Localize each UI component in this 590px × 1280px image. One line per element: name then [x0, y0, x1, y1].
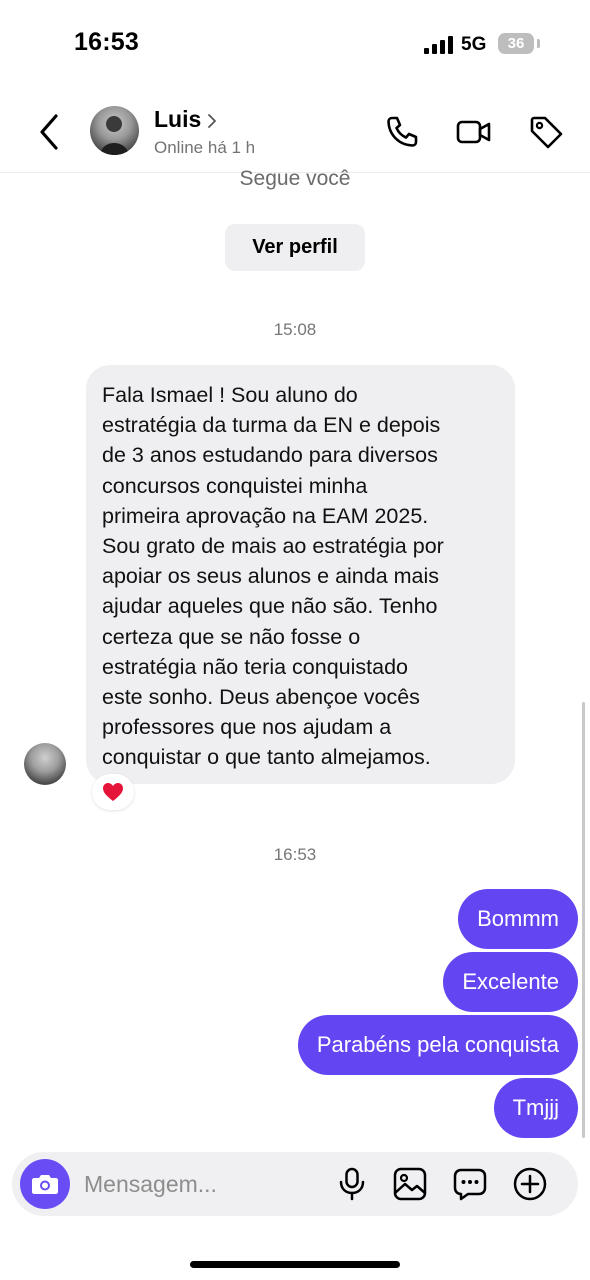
scrollbar[interactable]: [582, 702, 585, 1138]
outgoing-message-bubble[interactable]: Tmjjj: [493, 1078, 578, 1138]
message-line: este sonho. Deus abençoe vocês: [102, 685, 420, 710]
outgoing-message-bubble[interactable]: Bommm: [458, 889, 578, 949]
incoming-message-bubble[interactable]: Fala Ismael ! Sou aluno do estratégia da…: [86, 365, 515, 784]
message-line: professores que nos ajudam a: [102, 715, 392, 740]
network-label: 5G: [461, 34, 487, 55]
timestamp: 15:08: [273, 320, 317, 339]
message-line: conquistar o que tanto almejamos.: [102, 745, 431, 770]
person-silhouette-icon: [100, 116, 129, 155]
image-icon[interactable]: [392, 1166, 428, 1202]
chevron-right-icon[interactable]: [205, 111, 219, 131]
heart-reaction[interactable]: [92, 774, 134, 810]
battery-icon: 36: [498, 33, 534, 54]
heart-icon: [103, 783, 123, 801]
view-profile-button[interactable]: Ver perfil: [225, 224, 365, 271]
back-icon[interactable]: [36, 112, 64, 152]
message-line: Sou grato de mais ao estratégia por: [102, 534, 444, 559]
contact-name[interactable]: Luis: [154, 106, 201, 133]
video-icon[interactable]: [456, 114, 492, 150]
camera-button[interactable]: [20, 1159, 70, 1209]
contact-status: Online há 1 h: [154, 138, 256, 157]
timestamp: 16:53: [273, 845, 317, 864]
message-line: concursos conquistei minha: [102, 473, 368, 498]
avatar[interactable]: [90, 106, 139, 155]
message-input[interactable]: [84, 1164, 324, 1204]
message-line: estratégia da turma da EN e depois: [102, 413, 441, 438]
plus-icon[interactable]: [512, 1166, 548, 1202]
home-indicator[interactable]: [190, 1261, 400, 1268]
signal-icon: [424, 36, 454, 54]
message-line: estratégia não teria conquistado: [102, 654, 408, 679]
message-line: Fala Ismael ! Sou aluno do: [102, 383, 358, 407]
outgoing-message-bubble[interactable]: Excelente: [443, 952, 578, 1012]
status-time: 16:53: [74, 28, 139, 56]
message-line: ajudar aqueles que não são. Tenho: [102, 594, 438, 619]
profile-note: Segue você: [239, 167, 351, 190]
phone-icon[interactable]: [384, 114, 420, 150]
message-line: primeira aprovação na EAM 2025.: [102, 503, 429, 528]
sticker-icon[interactable]: [452, 1166, 488, 1202]
battery-cap: [537, 39, 540, 48]
message-line: de 3 anos estudando para diversos: [102, 443, 438, 468]
message-line: apoiar os seus alunos e ainda mais: [102, 564, 440, 589]
message-line: certeza que se não fosse o: [102, 624, 361, 649]
sender-avatar[interactable]: [24, 743, 66, 785]
camera-icon: [32, 1175, 58, 1194]
tag-icon[interactable]: [528, 114, 564, 150]
microphone-icon[interactable]: [334, 1166, 370, 1202]
outgoing-message-bubble[interactable]: Parabéns pela conquista: [297, 1015, 578, 1075]
